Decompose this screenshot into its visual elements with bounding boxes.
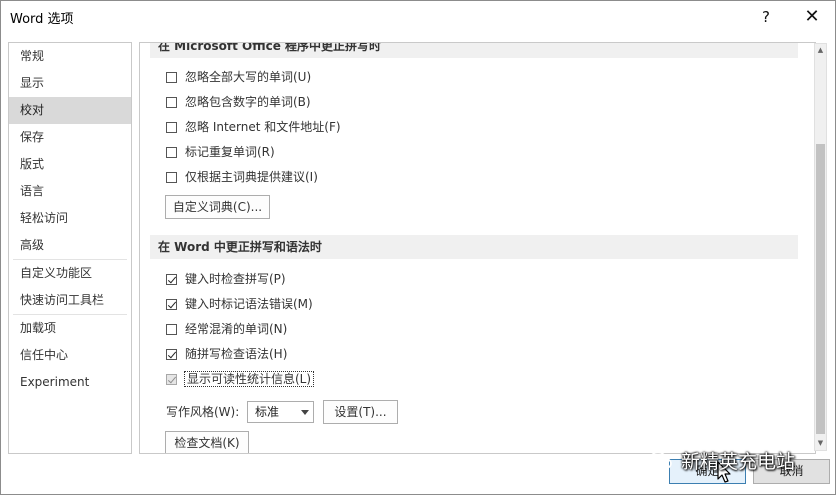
nav-item-accessibility[interactable]: 轻松访问 bbox=[9, 205, 131, 232]
scroll-down-arrow-icon[interactable]: ▼ bbox=[815, 437, 826, 450]
checkbox[interactable] bbox=[166, 72, 177, 83]
word-options-dialog: Word 选项 ? ✕ 常规 显示 校对 保存 版式 语言 轻松访问 高级 自定… bbox=[0, 0, 836, 495]
nav-item-customize-ribbon[interactable]: 自定义功能区 bbox=[9, 260, 131, 287]
help-button[interactable]: ? bbox=[743, 1, 789, 33]
option-label: 忽略全部大写的单词(U) bbox=[185, 70, 312, 84]
check-document-button[interactable]: 检查文档(K) bbox=[165, 431, 249, 453]
content-scrollbar[interactable]: ▲ ▼ bbox=[814, 43, 827, 451]
proofing-content-panel: 在 Microsoft Office 程序中更正拼写时 忽略全部大写的单词(U)… bbox=[139, 42, 816, 454]
scroll-thumb[interactable] bbox=[816, 144, 825, 434]
checkbox[interactable] bbox=[166, 97, 177, 108]
nav-item-proofing[interactable]: 校对 bbox=[9, 97, 131, 124]
nav-item-layout[interactable]: 版式 bbox=[9, 151, 131, 178]
nav-item-language[interactable]: 语言 bbox=[9, 178, 131, 205]
nav-item-save[interactable]: 保存 bbox=[9, 124, 131, 151]
nav-item-display[interactable]: 显示 bbox=[9, 70, 131, 97]
option-ignore-internet-addresses[interactable]: 忽略 Internet 和文件地址(F) bbox=[166, 117, 341, 137]
checkbox-checked[interactable] bbox=[166, 349, 177, 360]
option-label: 忽略 Internet 和文件地址(F) bbox=[185, 120, 341, 134]
checkbox-checked[interactable] bbox=[166, 274, 177, 285]
option-ignore-numbers[interactable]: 忽略包含数字的单词(B) bbox=[166, 92, 311, 112]
option-label: 标记重复单词(R) bbox=[185, 145, 275, 159]
checkbox[interactable] bbox=[166, 172, 177, 183]
category-nav: 常规 显示 校对 保存 版式 语言 轻松访问 高级 自定义功能区 快速访问工具栏… bbox=[8, 42, 132, 454]
checkbox[interactable] bbox=[166, 122, 177, 133]
dialog-title: Word 选项 bbox=[10, 12, 74, 27]
chevron-down-icon bbox=[301, 410, 309, 415]
watermark-text: 新精英充电站 bbox=[681, 451, 796, 473]
writing-style-select[interactable]: 标准 bbox=[247, 401, 314, 423]
nav-item-quick-access-toolbar[interactable]: 快速访问工具栏 bbox=[9, 287, 131, 314]
custom-dictionaries-button[interactable]: 自定义词典(C)... bbox=[165, 195, 270, 219]
option-ignore-uppercase[interactable]: 忽略全部大写的单词(U) bbox=[166, 67, 311, 87]
section-header-word-spelling-grammar: 在 Word 中更正拼写和语法时 bbox=[150, 235, 798, 259]
nav-item-advanced[interactable]: 高级 bbox=[9, 232, 131, 259]
option-mark-grammar-errors[interactable]: 键入时标记语法错误(M) bbox=[166, 294, 313, 314]
nav-item-trust-center[interactable]: 信任中心 bbox=[9, 342, 131, 369]
checkbox-disabled-checked[interactable] bbox=[166, 374, 177, 385]
settings-button[interactable]: 设置(T)... bbox=[323, 400, 398, 424]
scroll-up-arrow-icon[interactable]: ▲ bbox=[815, 44, 826, 57]
close-button[interactable]: ✕ bbox=[789, 1, 835, 33]
nav-item-general[interactable]: 常规 bbox=[9, 43, 131, 70]
option-check-grammar-with-spelling[interactable]: 随拼写检查语法(H) bbox=[166, 344, 287, 364]
writing-style-label: 写作风格(W): bbox=[166, 405, 240, 419]
option-show-readability-statistics[interactable]: 显示可读性统计信息(L) bbox=[166, 369, 315, 389]
option-label: 键入时检查拼写(P) bbox=[185, 272, 286, 286]
option-label: 经常混淆的单词(N) bbox=[185, 322, 288, 336]
section-header-office-spelling: 在 Microsoft Office 程序中更正拼写时 bbox=[150, 43, 798, 58]
checkbox[interactable] bbox=[166, 324, 177, 335]
writing-style-value: 标准 bbox=[255, 405, 280, 419]
option-label: 显示可读性统计信息(L) bbox=[183, 371, 315, 387]
option-check-spelling-as-you-type[interactable]: 键入时检查拼写(P) bbox=[166, 269, 286, 289]
nav-item-experiment[interactable]: Experiment bbox=[9, 369, 131, 396]
option-label: 随拼写检查语法(H) bbox=[185, 347, 288, 361]
wechat-icon bbox=[649, 451, 672, 470]
option-label: 仅根据主词典提供建议(I) bbox=[185, 170, 318, 184]
option-main-dictionary-only[interactable]: 仅根据主词典提供建议(I) bbox=[166, 167, 318, 187]
nav-item-add-ins[interactable]: 加载项 bbox=[9, 315, 131, 342]
checkbox[interactable] bbox=[166, 147, 177, 158]
option-label: 键入时标记语法错误(M) bbox=[185, 297, 313, 311]
watermark: 新精英充电站 bbox=[649, 447, 795, 477]
option-frequently-confused-words[interactable]: 经常混淆的单词(N) bbox=[166, 319, 287, 339]
checkbox-checked[interactable] bbox=[166, 299, 177, 310]
title-bar: Word 选项 ? ✕ bbox=[1, 1, 835, 33]
option-label: 忽略包含数字的单词(B) bbox=[185, 95, 311, 109]
option-flag-repeated-words[interactable]: 标记重复单词(R) bbox=[166, 142, 275, 162]
